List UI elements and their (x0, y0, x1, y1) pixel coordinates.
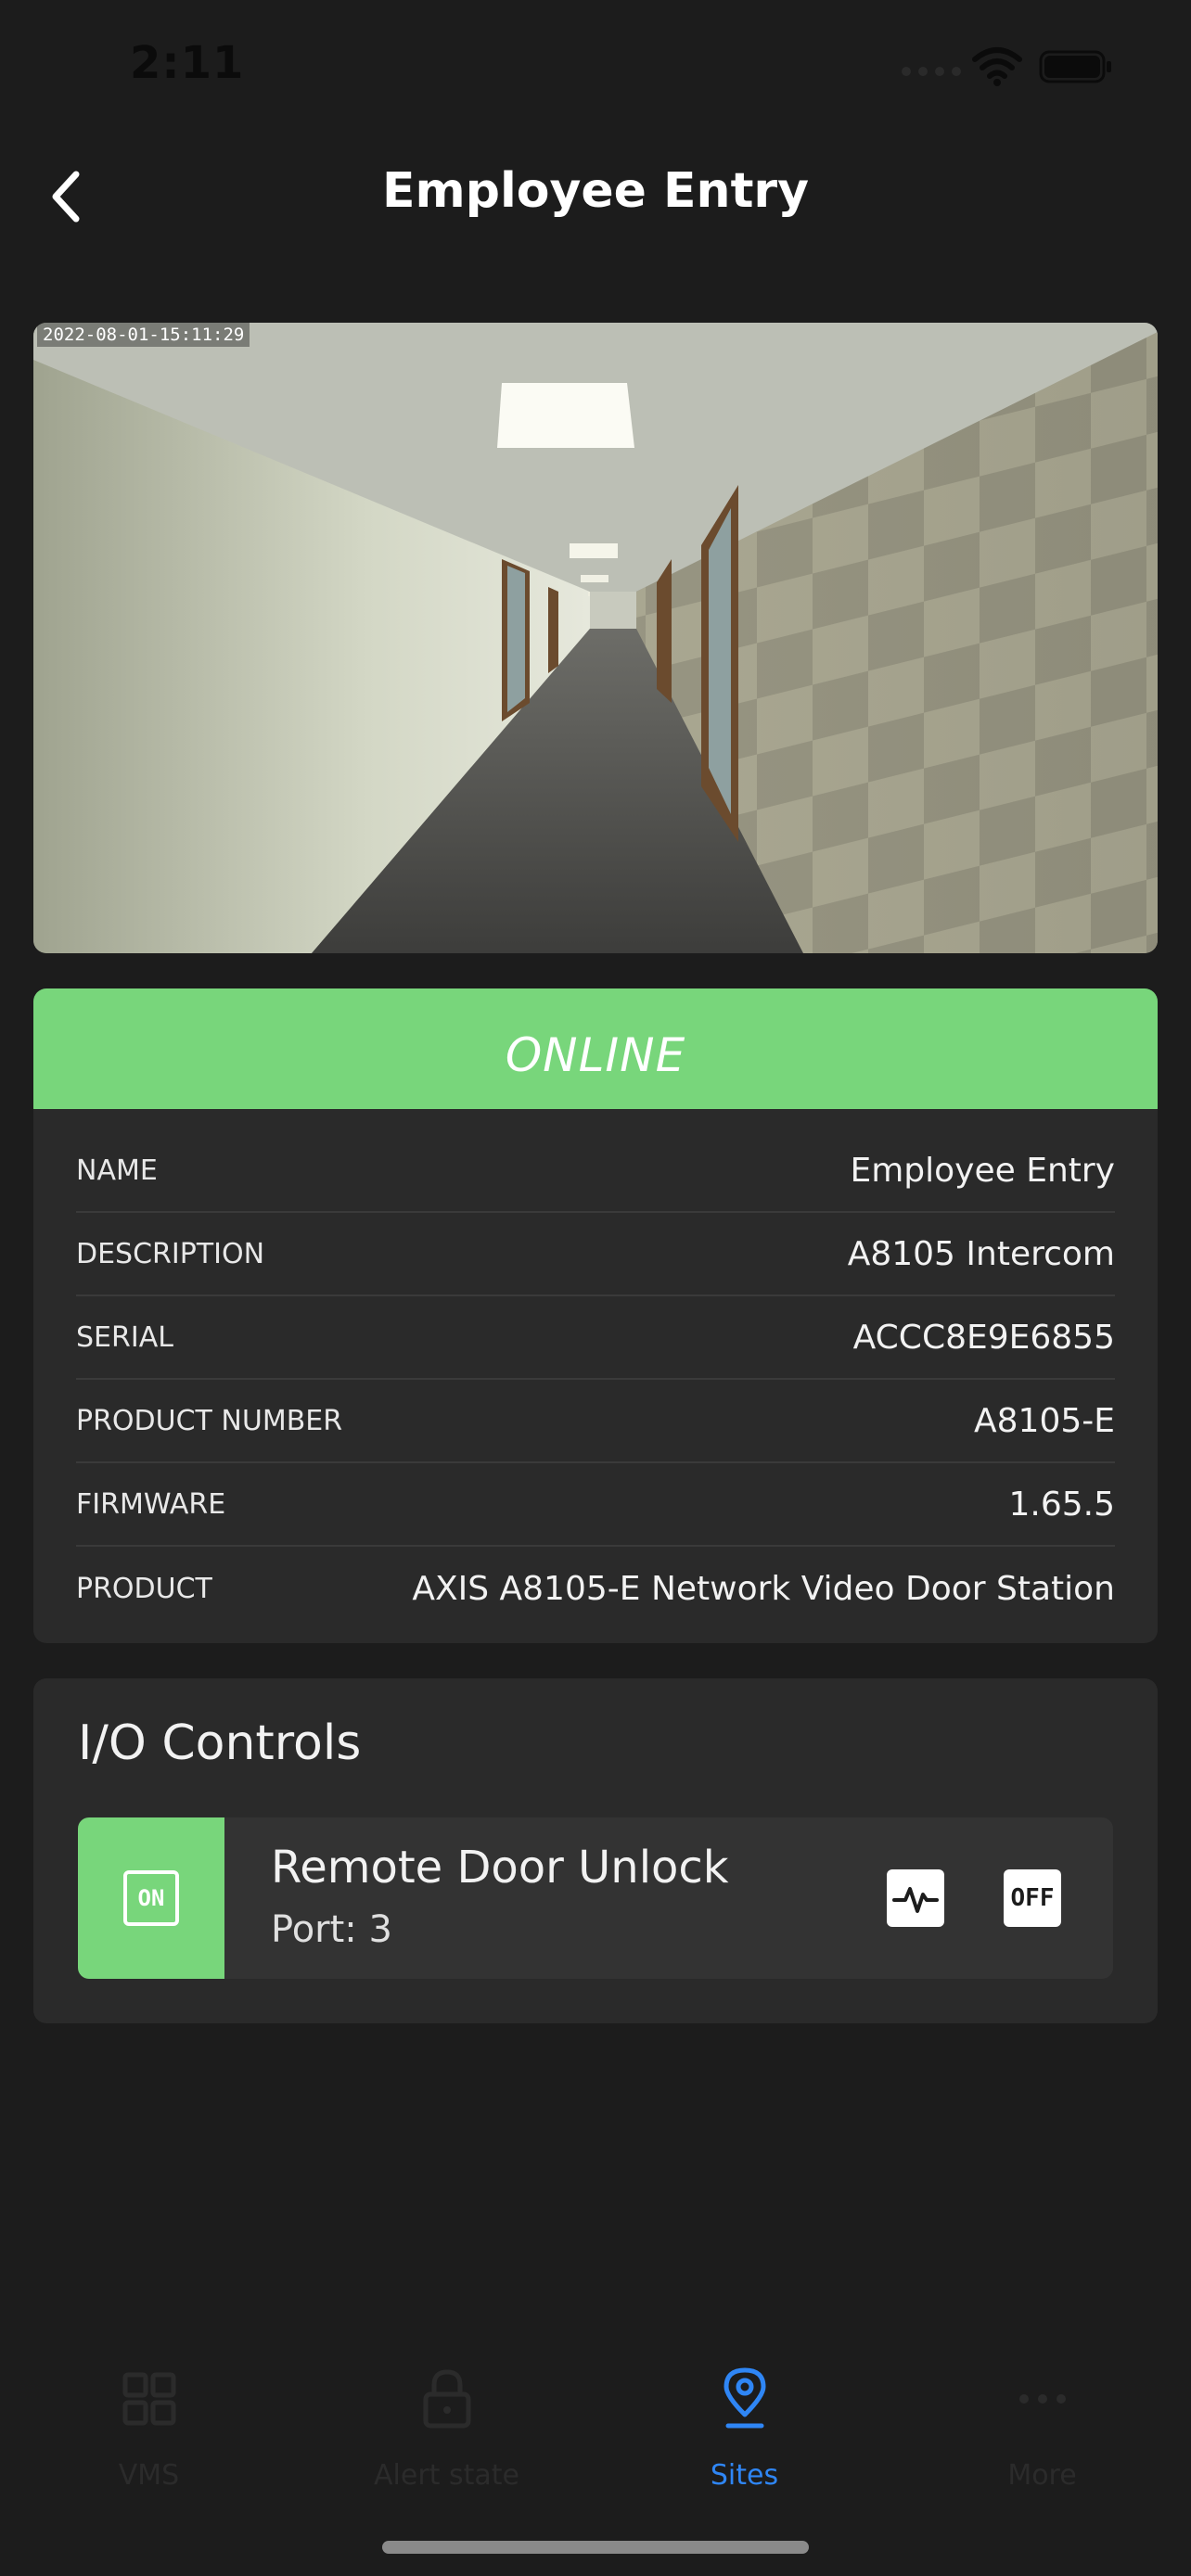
lock-icon (415, 2366, 480, 2431)
detail-value: 1.65.5 (1008, 1485, 1115, 1524)
off-button[interactable]: OFF (1004, 1869, 1061, 1927)
wifi-icon (972, 47, 1022, 86)
camera-feed[interactable]: 2022-08-01-15:11:29 (33, 323, 1158, 953)
on-icon: ON (123, 1870, 179, 1926)
detail-row-product-number: PRODUCT NUMBER A8105-E (76, 1380, 1115, 1463)
status-time: 2:11 (130, 37, 245, 89)
grid-icon (117, 2366, 182, 2431)
device-details-card: NAME Employee Entry DESCRIPTION A8105 In… (33, 1109, 1158, 1643)
io-item-port: Port: 3 (271, 1908, 392, 1951)
cellular-signal-icon (902, 67, 961, 76)
detail-label: PRODUCT NUMBER (76, 1404, 343, 1437)
more-dots-icon (1010, 2366, 1075, 2431)
io-state-toggle[interactable]: ON (78, 1817, 224, 1979)
tab-label: Alert state (374, 2459, 519, 2492)
pulse-icon (892, 1887, 939, 1913)
navigation-header: Employee Entry (0, 139, 1191, 250)
detail-value: Employee Entry (850, 1151, 1115, 1190)
tab-label: More (1007, 2459, 1077, 2492)
detail-value: A8105 Intercom (847, 1234, 1115, 1273)
tab-vms[interactable]: VMS (0, 2337, 298, 2492)
page-title: Employee Entry (382, 163, 809, 219)
detail-row-firmware: FIRMWARE 1.65.5 (76, 1463, 1115, 1547)
detail-row-product: PRODUCT AXIS A8105-E Network Video Door … (76, 1547, 1115, 1630)
detail-row-serial: SERIAL ACCC8E9E6855 (76, 1296, 1115, 1380)
tab-label: Sites (710, 2459, 779, 2492)
tab-label: VMS (118, 2459, 180, 2492)
io-item-name: Remote Door Unlock (271, 1842, 729, 1894)
detail-value: ACCC8E9E6855 (852, 1318, 1115, 1357)
battery-icon (1039, 50, 1111, 83)
detail-label: PRODUCT (76, 1572, 212, 1605)
detail-row-name: NAME Employee Entry (76, 1129, 1115, 1213)
tab-alert-state[interactable]: Alert state (298, 2337, 596, 2492)
home-indicator[interactable] (382, 2541, 809, 2554)
screen: 2:11 Employee Entry 2022-08-01-15:11:29 … (0, 0, 1191, 2576)
detail-label: FIRMWARE (76, 1487, 226, 1521)
detail-value: A8105-E (974, 1401, 1115, 1440)
detail-label: DESCRIPTION (76, 1237, 265, 1270)
io-item-remote-door-unlock: ON Remote Door Unlock Port: 3 OFF (78, 1817, 1113, 1979)
tab-bar: VMS Alert state Sites More (0, 2337, 1191, 2492)
detail-label: SERIAL (76, 1320, 173, 1354)
detail-row-description: DESCRIPTION A8105 Intercom (76, 1213, 1115, 1296)
tab-more[interactable]: More (893, 2337, 1191, 2492)
status-label: ONLINE (505, 1027, 686, 1082)
tab-sites[interactable]: Sites (596, 2337, 893, 2492)
status-badge: ONLINE (33, 988, 1158, 1121)
status-bar: 2:11 (0, 0, 1191, 139)
io-controls-title: I/O Controls (78, 1715, 362, 1771)
detail-label: NAME (76, 1154, 158, 1187)
location-pin-icon (712, 2366, 777, 2431)
pulse-button[interactable] (887, 1869, 944, 1927)
camera-image (33, 323, 1158, 953)
detail-value: AXIS A8105-E Network Video Door Station (412, 1569, 1115, 1608)
camera-timestamp: 2022-08-01-15:11:29 (37, 323, 250, 347)
io-controls-card: I/O Controls ON Remote Door Unlock Port:… (33, 1678, 1158, 2023)
